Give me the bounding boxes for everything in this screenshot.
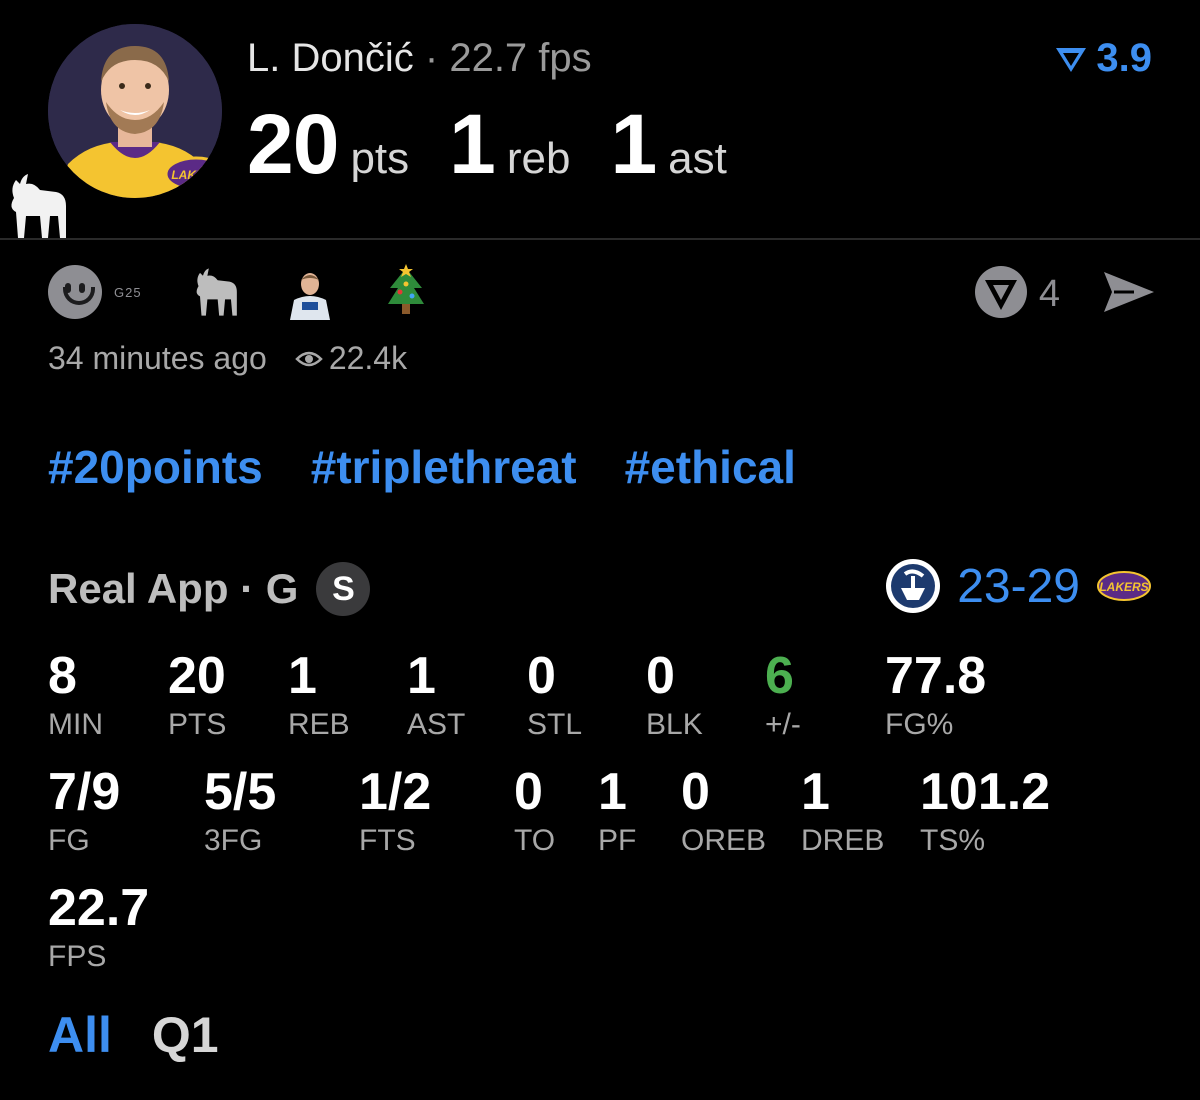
stat-dreb: 1 DREB	[801, 763, 885, 857]
player-name[interactable]: L. Dončić	[247, 36, 414, 80]
headline-stats: 20 pts 1 reb 1 ast	[247, 96, 767, 193]
smile-face-icon[interactable]	[48, 265, 102, 319]
hashtag-list: #20points #triplethreat #ethical	[48, 440, 796, 494]
source-label: Real App · G	[48, 565, 299, 612]
assists-value: 1	[610, 97, 657, 191]
player-thumbnail[interactable]	[281, 264, 338, 320]
goat-icon[interactable]	[186, 264, 242, 320]
tab-q1[interactable]: Q1	[152, 1006, 219, 1064]
send-icon[interactable]	[1100, 268, 1156, 321]
rebounds-value: 1	[449, 97, 496, 191]
reaction-actions: 4	[973, 264, 1156, 325]
points-unit: pts	[350, 134, 410, 183]
period-tabs: All Q1	[48, 1006, 219, 1064]
player-fps: 22.7 fps	[449, 36, 592, 80]
v-shield-icon[interactable]	[973, 264, 1029, 325]
reaction-tag: G25	[114, 284, 142, 300]
rating-badge[interactable]: 3.9	[1054, 36, 1152, 81]
v-triangle-icon	[1056, 47, 1087, 72]
svg-text:LAKERS: LAKERS	[171, 168, 220, 182]
game-source: Real App · G S	[48, 562, 371, 616]
stat-stl: 0 STL	[527, 647, 583, 741]
stat-to: 0 TO	[514, 763, 556, 857]
stat-fg: 7/9 FG	[48, 763, 121, 857]
stat-pts: 20 PTS	[168, 647, 227, 741]
name-separator: ·	[424, 36, 439, 80]
goat-badge-icon	[0, 168, 70, 244]
score-value: 23-29	[957, 559, 1080, 613]
rating-value: 3.9	[1096, 36, 1152, 80]
stat-fps: 22.7 FPS	[48, 879, 150, 973]
eye-icon	[295, 351, 323, 366]
stat-ast: 1 AST	[407, 647, 466, 741]
reaction-row: G25	[48, 262, 474, 322]
christmas-tree-icon[interactable]	[378, 264, 434, 320]
view-count: 22.4k	[328, 340, 408, 376]
game-score[interactable]: 23-29 LAKERS	[885, 558, 1152, 614]
hashtag-ethical[interactable]: #ethical	[625, 440, 796, 494]
stat-3fg: 5/5 3FG	[204, 763, 277, 857]
stat-min: 8 MIN	[48, 647, 103, 741]
player-photo: LAKERS	[48, 24, 222, 198]
points-value: 20	[247, 97, 339, 191]
player-avatar[interactable]: LAKERS	[48, 24, 222, 198]
stat-reb: 1 REB	[288, 647, 350, 741]
stat-fg-pct: 77.8 FG%	[885, 647, 987, 741]
lakers-logo: LAKERS	[1097, 571, 1151, 601]
stat-ts-pct: 101.2 TS%	[920, 763, 1051, 857]
header-divider	[0, 238, 1200, 240]
stat-fts: 1/2 FTS	[359, 763, 432, 857]
tab-all[interactable]: All	[48, 1006, 112, 1064]
stat-blk: 0 BLK	[646, 647, 703, 741]
post-meta: 34 minutes ago 22.4k	[48, 340, 407, 377]
stat-plus-minus: 6 +/-	[765, 647, 801, 741]
assists-unit: ast	[668, 134, 727, 183]
stat-pf: 1 PF	[598, 763, 637, 857]
hashtag-20points[interactable]: #20points	[48, 440, 263, 494]
clippers-logo	[886, 559, 941, 613]
starter-badge: S	[316, 562, 371, 616]
svg-text:LAKERS: LAKERS	[1099, 580, 1148, 594]
reaction-count: 4	[1038, 273, 1060, 315]
rebounds-unit: reb	[506, 134, 571, 183]
stat-oreb: 0 OREB	[681, 763, 767, 857]
hashtag-triplethreat[interactable]: #triplethreat	[311, 440, 577, 494]
player-name-line: L. Dončić · 22.7 fps	[247, 36, 592, 81]
post-time: 34 minutes ago	[48, 340, 267, 376]
